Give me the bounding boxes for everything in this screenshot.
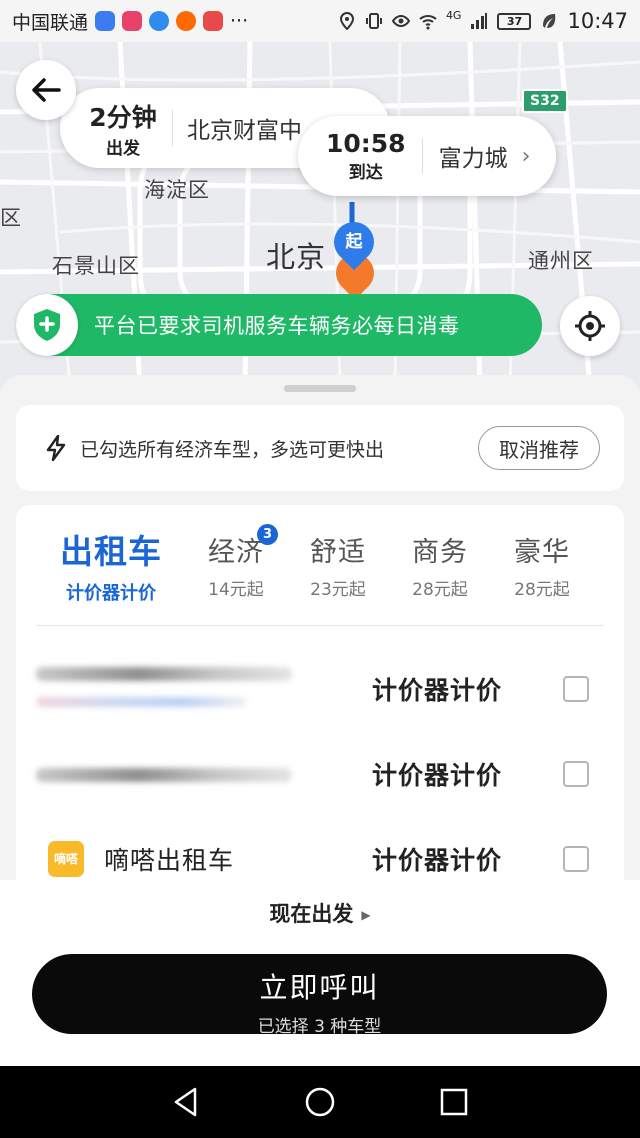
call-now-label: 立即呼叫 bbox=[259, 971, 380, 1004]
bubble-divider bbox=[172, 110, 173, 146]
arrival-place: 富力城 bbox=[438, 146, 508, 172]
drag-handle[interactable] bbox=[284, 385, 356, 392]
app-notification-icon bbox=[122, 11, 143, 31]
clock: 10:47 bbox=[567, 9, 628, 33]
battery-indicator: 37 bbox=[497, 12, 532, 30]
departure-eta: 2分钟 出发 bbox=[89, 102, 157, 159]
bubble-divider bbox=[421, 138, 423, 174]
highway-shield: S32 bbox=[522, 89, 568, 113]
eye-comfort-icon bbox=[391, 14, 410, 28]
locate-me-button[interactable] bbox=[560, 296, 620, 356]
vibrate-icon bbox=[365, 13, 382, 29]
call-now-button[interactable]: 立即呼叫 已选择 3 种车型 bbox=[32, 954, 607, 1034]
taobao-icon bbox=[176, 11, 197, 31]
tab-luxury[interactable]: 豪华 28元起 bbox=[514, 530, 570, 600]
network-type: 4G bbox=[445, 8, 462, 22]
crosshair-icon bbox=[575, 311, 605, 341]
car-option-row[interactable]: 计价器计价 bbox=[16, 649, 624, 729]
option-checkbox[interactable] bbox=[563, 761, 589, 787]
recommend-notice: 已勾选所有经济车型，多选可更快出 取消推荐 bbox=[16, 405, 624, 491]
car-option-row[interactable]: 计价器计价 bbox=[16, 734, 624, 814]
back-button[interactable] bbox=[16, 60, 76, 120]
car-option-row[interactable]: 嘀嗒 嘀嗒出租车 计价器计价 bbox=[16, 819, 624, 885]
option-price: 计价器计价 bbox=[372, 846, 503, 875]
shield-icon bbox=[16, 294, 78, 356]
map-label-shijingshan: 石景山区 bbox=[52, 254, 140, 278]
more-notifications-icon: ··· bbox=[230, 10, 249, 32]
start-pin: 起 bbox=[325, 213, 383, 271]
charging-leaf-icon bbox=[543, 14, 556, 28]
obscured-provider-name bbox=[36, 667, 292, 681]
triangle-right-icon: ▶ bbox=[361, 908, 371, 922]
safety-banner-text: 平台已要求司机服务车辆务必每日消毒 bbox=[94, 314, 460, 338]
option-price: 计价器计价 bbox=[372, 761, 503, 790]
arrival-eta: 10:58 到达 bbox=[326, 129, 406, 183]
obscured-provider-name bbox=[36, 768, 292, 782]
car-type-card: 出租车 计价器计价 经济 14元起 3 舒适 23元起 商务 28元起 豪华 2… bbox=[16, 505, 624, 885]
departure-place: 北京财富中 bbox=[187, 118, 302, 144]
tab-taxi[interactable]: 出租车 计价器计价 bbox=[60, 525, 162, 605]
app-notification-icon bbox=[203, 11, 224, 31]
car-type-tabs: 出租车 计价器计价 经济 14元起 3 舒适 23元起 商务 28元起 豪华 2… bbox=[16, 505, 624, 625]
obscured-provider-detail bbox=[36, 697, 246, 707]
signal-icon bbox=[471, 13, 488, 29]
app-notification-icon bbox=[95, 11, 116, 31]
tab-business[interactable]: 商务 28元起 bbox=[412, 530, 468, 600]
tabs-divider bbox=[36, 625, 604, 626]
status-bar: 中国联通 ··· 4G 37 10:47 bbox=[0, 0, 640, 42]
option-price: 计价器计价 bbox=[372, 676, 503, 705]
tab-economy[interactable]: 经济 14元起 3 bbox=[208, 524, 278, 600]
map-label-tongzhou: 通州区 bbox=[528, 249, 594, 273]
nav-back-icon[interactable] bbox=[171, 1086, 201, 1118]
option-checkbox[interactable] bbox=[563, 676, 589, 702]
selected-count-badge: 3 bbox=[257, 524, 278, 545]
dida-logo-icon: 嘀嗒 bbox=[48, 841, 84, 877]
cancel-recommend-button[interactable]: 取消推荐 bbox=[478, 426, 600, 470]
app-notification-icon bbox=[149, 11, 170, 31]
chevron-right-icon: › bbox=[521, 143, 531, 169]
location-icon bbox=[339, 12, 354, 30]
nav-recents-icon[interactable] bbox=[439, 1087, 469, 1117]
nav-home-icon[interactable] bbox=[304, 1086, 336, 1118]
map-label-district: 区 bbox=[0, 206, 22, 230]
selected-types-label: 已选择 3 种车型 bbox=[257, 1017, 382, 1034]
carrier-name: 中国联通 bbox=[12, 11, 89, 34]
tab-comfort[interactable]: 舒适 23元起 bbox=[310, 530, 366, 600]
arrival-bubble[interactable]: 10:58 到达 富力城 › bbox=[298, 116, 556, 196]
option-provider-name: 嘀嗒出租车 bbox=[104, 846, 235, 875]
recommend-notice-text: 已勾选所有经济车型，多选可更快出 bbox=[80, 438, 385, 461]
safety-banner[interactable]: 平台已要求司机服务车辆务必每日消毒 bbox=[16, 294, 542, 356]
back-arrow-icon bbox=[32, 78, 61, 102]
order-footer: 现在出发 ▶ 立即呼叫 已选择 3 种车型 bbox=[0, 880, 640, 1066]
map-label-haidian: 海淀区 bbox=[144, 178, 210, 202]
option-checkbox[interactable] bbox=[563, 846, 589, 872]
wifi-icon bbox=[419, 15, 437, 30]
system-nav-bar bbox=[0, 1066, 640, 1138]
depart-time-selector[interactable]: 现在出发 ▶ bbox=[0, 898, 640, 928]
map-label-beijing: 北京 bbox=[266, 240, 327, 274]
lightning-icon bbox=[46, 435, 66, 461]
